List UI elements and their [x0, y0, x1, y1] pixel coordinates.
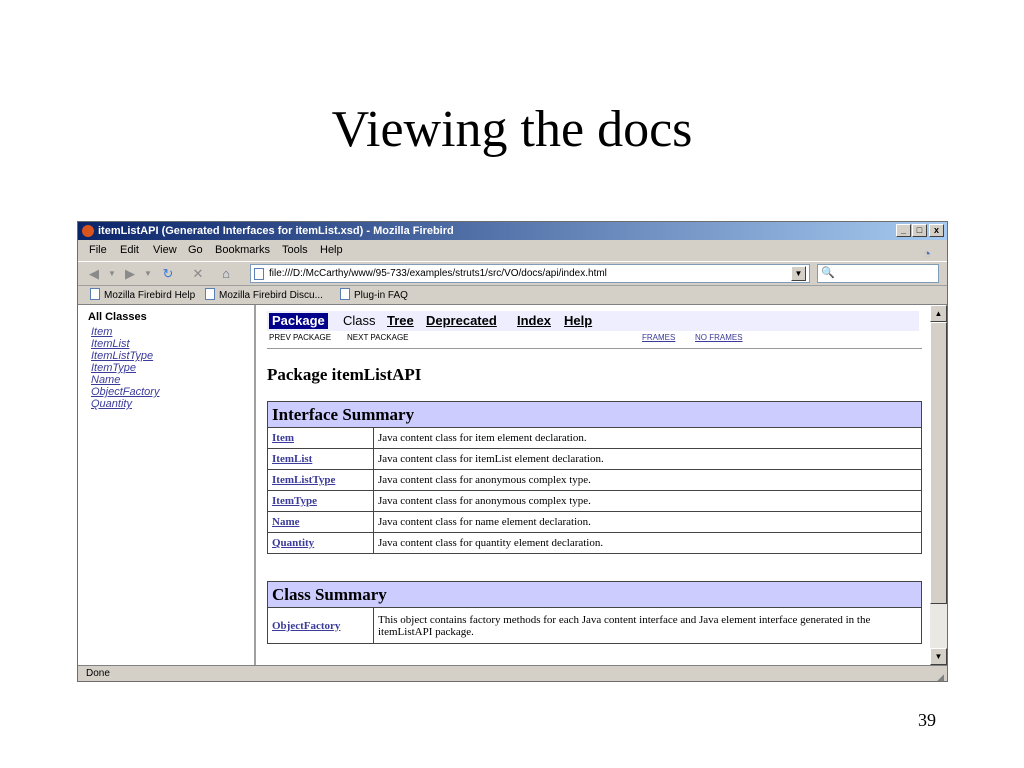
reload-icon[interactable]: ↻	[160, 266, 176, 282]
home-icon[interactable]: ⌂	[218, 266, 234, 282]
throbber-icon: ◔	[923, 246, 931, 261]
table-row: ItemListType Java content class for anon…	[267, 469, 922, 491]
forward-icon[interactable]: ▶	[122, 266, 138, 282]
search-input[interactable]: 🔍	[817, 264, 939, 283]
menu-bookmarks[interactable]: Bookmarks	[215, 240, 270, 261]
page-icon	[254, 268, 264, 280]
interface-description: Java content class for item element decl…	[373, 427, 922, 449]
stop-icon[interactable]: ✕	[190, 266, 206, 282]
search-icon: 🔍	[821, 267, 835, 279]
frames-link[interactable]: FRAMES	[642, 333, 675, 342]
no-frames-link[interactable]: NO FRAMES	[695, 333, 743, 342]
page-icon	[205, 288, 215, 300]
scroll-up-icon[interactable]: ▲	[930, 305, 947, 322]
all-classes-frame: All Classes Item ItemList ItemListType I…	[78, 305, 256, 665]
class-link-name[interactable]: Name	[91, 374, 120, 386]
browser-window: itemListAPI (Generated Interfaces for it…	[77, 221, 948, 682]
page-icon	[340, 288, 350, 300]
nav-deprecated-link[interactable]: Deprecated	[426, 313, 497, 328]
maximize-button[interactable]: □	[912, 224, 927, 237]
table-row: ObjectFactory This object contains facto…	[267, 607, 922, 644]
interface-link-quantity[interactable]: Quantity	[267, 532, 374, 554]
class-link-itemlisttype[interactable]: ItemListType	[91, 350, 153, 362]
menu-help[interactable]: Help	[320, 240, 343, 261]
interface-description: Java content class for anonymous complex…	[373, 490, 922, 512]
class-summary-table: Class Summary ObjectFactory This object …	[267, 581, 922, 644]
slide-number: 39	[918, 710, 936, 730]
url-input[interactable]: file:///D:/McCarthy/www/95-733/examples/…	[250, 264, 810, 283]
interface-link-itemtype[interactable]: ItemType	[267, 490, 374, 512]
nav-index-link[interactable]: Index	[517, 313, 551, 328]
vertical-scrollbar[interactable]: ▲ ▼	[930, 305, 947, 665]
url-text: file:///D:/McCarthy/www/95-733/examples/…	[269, 268, 607, 279]
prev-package: PREV PACKAGE	[269, 333, 332, 342]
interface-description: Java content class for anonymous complex…	[373, 469, 922, 491]
divider	[267, 348, 922, 349]
back-dropdown-icon[interactable]: ▼	[104, 266, 120, 282]
nav-class: Class	[343, 313, 376, 328]
interface-link-item[interactable]: Item	[267, 427, 374, 449]
class-description: This object contains factory methods for…	[373, 607, 922, 644]
firebird-icon	[82, 225, 94, 237]
status-text: Done	[86, 668, 110, 679]
bookmark-firebird-discussion[interactable]: Mozilla Firebird Discu...	[205, 286, 323, 305]
nav-package: Package	[269, 313, 328, 329]
class-link-objectfactory[interactable]: ObjectFactory	[91, 386, 159, 398]
bookmark-firebird-help[interactable]: Mozilla Firebird Help	[90, 286, 195, 305]
class-summary-heading: Class Summary	[267, 581, 922, 608]
interface-link-name[interactable]: Name	[267, 511, 374, 533]
scroll-down-icon[interactable]: ▼	[930, 648, 947, 665]
nav-help-link[interactable]: Help	[564, 313, 592, 328]
menu-go[interactable]: Go	[188, 240, 203, 261]
menu-file[interactable]: File	[89, 240, 107, 261]
interface-summary-table: Interface Summary Item Java content clas…	[267, 401, 922, 554]
minimize-button[interactable]: _	[896, 224, 911, 237]
doc-navbar: Package Class Tree Deprecated Index Help	[267, 311, 919, 331]
scroll-thumb[interactable]	[930, 322, 947, 604]
status-bar: Done ◢	[78, 665, 947, 682]
table-row: Quantity Java content class for quantity…	[267, 532, 922, 554]
interface-description: Java content class for name element decl…	[373, 511, 922, 533]
menu-view[interactable]: View	[153, 240, 177, 261]
class-link-item[interactable]: Item	[91, 326, 112, 338]
interface-summary-heading: Interface Summary	[267, 401, 922, 428]
slide-title: Viewing the docs	[331, 101, 693, 158]
next-package: NEXT PACKAGE	[347, 333, 409, 342]
class-link-quantity[interactable]: Quantity	[91, 398, 132, 410]
back-icon[interactable]: ◀	[86, 266, 102, 282]
close-button[interactable]: x	[929, 224, 944, 237]
interface-link-itemlisttype[interactable]: ItemListType	[267, 469, 374, 491]
menu-bar: File Edit View Go Bookmarks Tools Help ◔	[78, 240, 947, 261]
table-row: ItemType Java content class for anonymou…	[267, 490, 922, 512]
menu-edit[interactable]: Edit	[120, 240, 139, 261]
interface-description: Java content class for quantity element …	[373, 532, 922, 554]
package-frame: Package Class Tree Deprecated Index Help…	[258, 305, 930, 665]
package-title: Package itemListAPI	[267, 365, 422, 384]
interface-link-itemlist[interactable]: ItemList	[267, 448, 374, 470]
forward-dropdown-icon[interactable]: ▼	[140, 266, 156, 282]
class-link-objectfactory-summary[interactable]: ObjectFactory	[267, 607, 374, 644]
interface-description: Java content class for itemList element …	[373, 448, 922, 470]
window-title: itemListAPI (Generated Interfaces for it…	[98, 225, 454, 237]
navigation-toolbar: ◀ ▼ ▶ ▼ ↻ ✕ ⌂ file:///D:/McCarthy/www/95…	[78, 261, 947, 285]
nav-tree-link[interactable]: Tree	[387, 313, 414, 328]
page-icon	[90, 288, 100, 300]
url-dropdown-button[interactable]: ▼	[791, 266, 806, 281]
resize-grip-icon[interactable]: ◢	[937, 669, 944, 685]
table-row: ItemList Java content class for itemList…	[267, 448, 922, 470]
class-link-itemlist[interactable]: ItemList	[91, 338, 130, 350]
page-content: All Classes Item ItemList ItemListType I…	[78, 304, 947, 665]
bookmarks-toolbar: Mozilla Firebird Help Mozilla Firebird D…	[78, 285, 947, 304]
menu-tools[interactable]: Tools	[282, 240, 308, 261]
title-bar[interactable]: itemListAPI (Generated Interfaces for it…	[78, 222, 947, 240]
table-row: Name Java content class for name element…	[267, 511, 922, 533]
all-classes-heading: All Classes	[88, 311, 147, 323]
bookmark-plugin-faq[interactable]: Plug-in FAQ	[340, 286, 408, 305]
table-row: Item Java content class for item element…	[267, 427, 922, 449]
class-link-itemtype[interactable]: ItemType	[91, 362, 136, 374]
